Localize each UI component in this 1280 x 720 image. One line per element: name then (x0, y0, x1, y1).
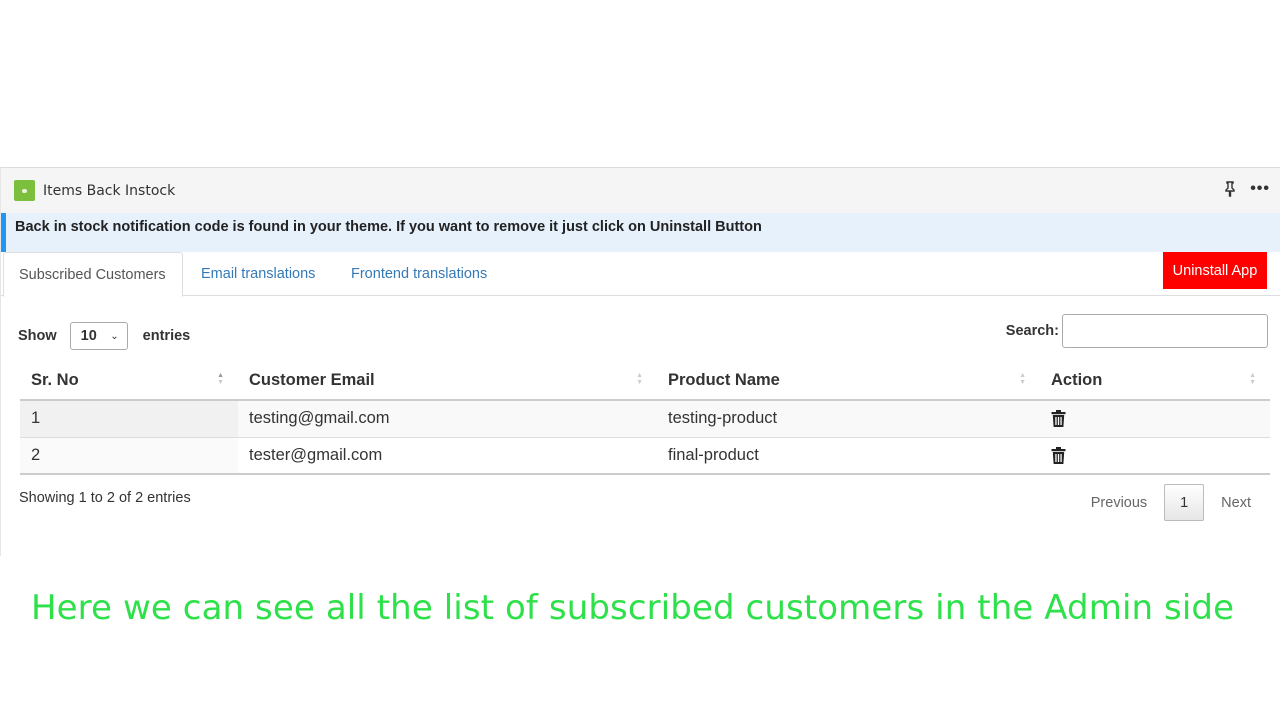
table-row: 2 tester@gmail.com final-product (20, 437, 1270, 475)
chevron-down-icon: ⌄ (110, 330, 119, 342)
table-info: Showing 1 to 2 of 2 entries (19, 490, 191, 506)
entries-per-page-value: 10 (80, 328, 97, 344)
table-header-row: Sr. No ▲ ▼ Customer Email ▲ ▼ Product Name… (20, 361, 1270, 401)
table-controls: Show 10 ⌄ entries Search: (1, 296, 1280, 354)
table-row: 1 testing@gmail.com testing-product (20, 400, 1270, 438)
sort-icon: ▲ ▼ (1249, 372, 1256, 386)
column-header-label: Sr. No (31, 370, 79, 389)
leaf-logo-icon (14, 180, 35, 201)
previous-page-button[interactable]: Previous (1074, 495, 1164, 511)
trash-icon[interactable] (1051, 410, 1066, 428)
customers-table: Sr. No ▲ ▼ Customer Email ▲ ▼ Product Name… (20, 361, 1270, 475)
cell-email: tester@gmail.com (238, 437, 657, 475)
tab-subscribed-customers[interactable]: Subscribed Customers (3, 252, 183, 297)
cell-action (1040, 400, 1270, 438)
length-control: Show 10 ⌄ entries (18, 322, 190, 350)
column-header-label: Action (1051, 370, 1103, 389)
cell-product: final-product (657, 437, 1040, 475)
column-header-product-name[interactable]: Product Name ▲ ▼ (657, 361, 1040, 401)
show-label: Show (18, 328, 57, 344)
notice-banner: Back in stock notification code is found… (1, 213, 1280, 252)
tab-email-translations[interactable]: Email translations (201, 252, 315, 296)
notice-text: Back in stock notification code is found… (15, 219, 762, 235)
app-title: Items Back Instock (43, 182, 176, 199)
cell-sr-no: 2 (20, 437, 238, 475)
column-header-label: Customer Email (249, 370, 375, 389)
column-header-customer-email[interactable]: Customer Email ▲ ▼ (238, 361, 657, 401)
page-button-current[interactable]: 1 (1164, 484, 1205, 521)
caption-text: Here we can see all the list of subscrib… (31, 588, 1235, 628)
uninstall-app-button[interactable]: Uninstall App (1163, 252, 1267, 289)
search-label: Search: (1005, 323, 1059, 339)
sort-icon: ▲ ▼ (636, 372, 643, 386)
pagination: Previous 1 Next (1074, 484, 1268, 521)
entries-per-page-select[interactable]: 10 ⌄ (69, 322, 128, 350)
app-header: Items Back Instock ••• (1, 168, 1280, 213)
cell-product: testing-product (657, 400, 1040, 438)
column-header-action[interactable]: Action ▲ ▼ (1040, 361, 1270, 401)
cell-email: testing@gmail.com (238, 400, 657, 438)
cell-action (1040, 437, 1270, 475)
trash-icon[interactable] (1051, 446, 1066, 464)
tab-bar: Subscribed Customers Email translations … (1, 252, 1280, 297)
next-page-button[interactable]: Next (1204, 495, 1268, 511)
sort-icon: ▲ ▼ (1019, 372, 1026, 386)
app-panel: Items Back Instock ••• Back in stock not… (0, 167, 1280, 556)
search-input[interactable] (1062, 314, 1268, 348)
entries-label: entries (142, 328, 191, 344)
pin-icon[interactable] (1222, 180, 1238, 198)
search-control: Search: (1006, 314, 1268, 348)
column-header-label: Product Name (668, 370, 780, 389)
column-header-sr-no[interactable]: Sr. No ▲ ▼ (20, 361, 238, 401)
tab-frontend-translations[interactable]: Frontend translations (351, 252, 487, 296)
more-options-icon[interactable]: ••• (1250, 180, 1270, 198)
cell-sr-no: 1 (20, 400, 238, 438)
sort-asc-icon: ▲ ▼ (217, 372, 224, 386)
